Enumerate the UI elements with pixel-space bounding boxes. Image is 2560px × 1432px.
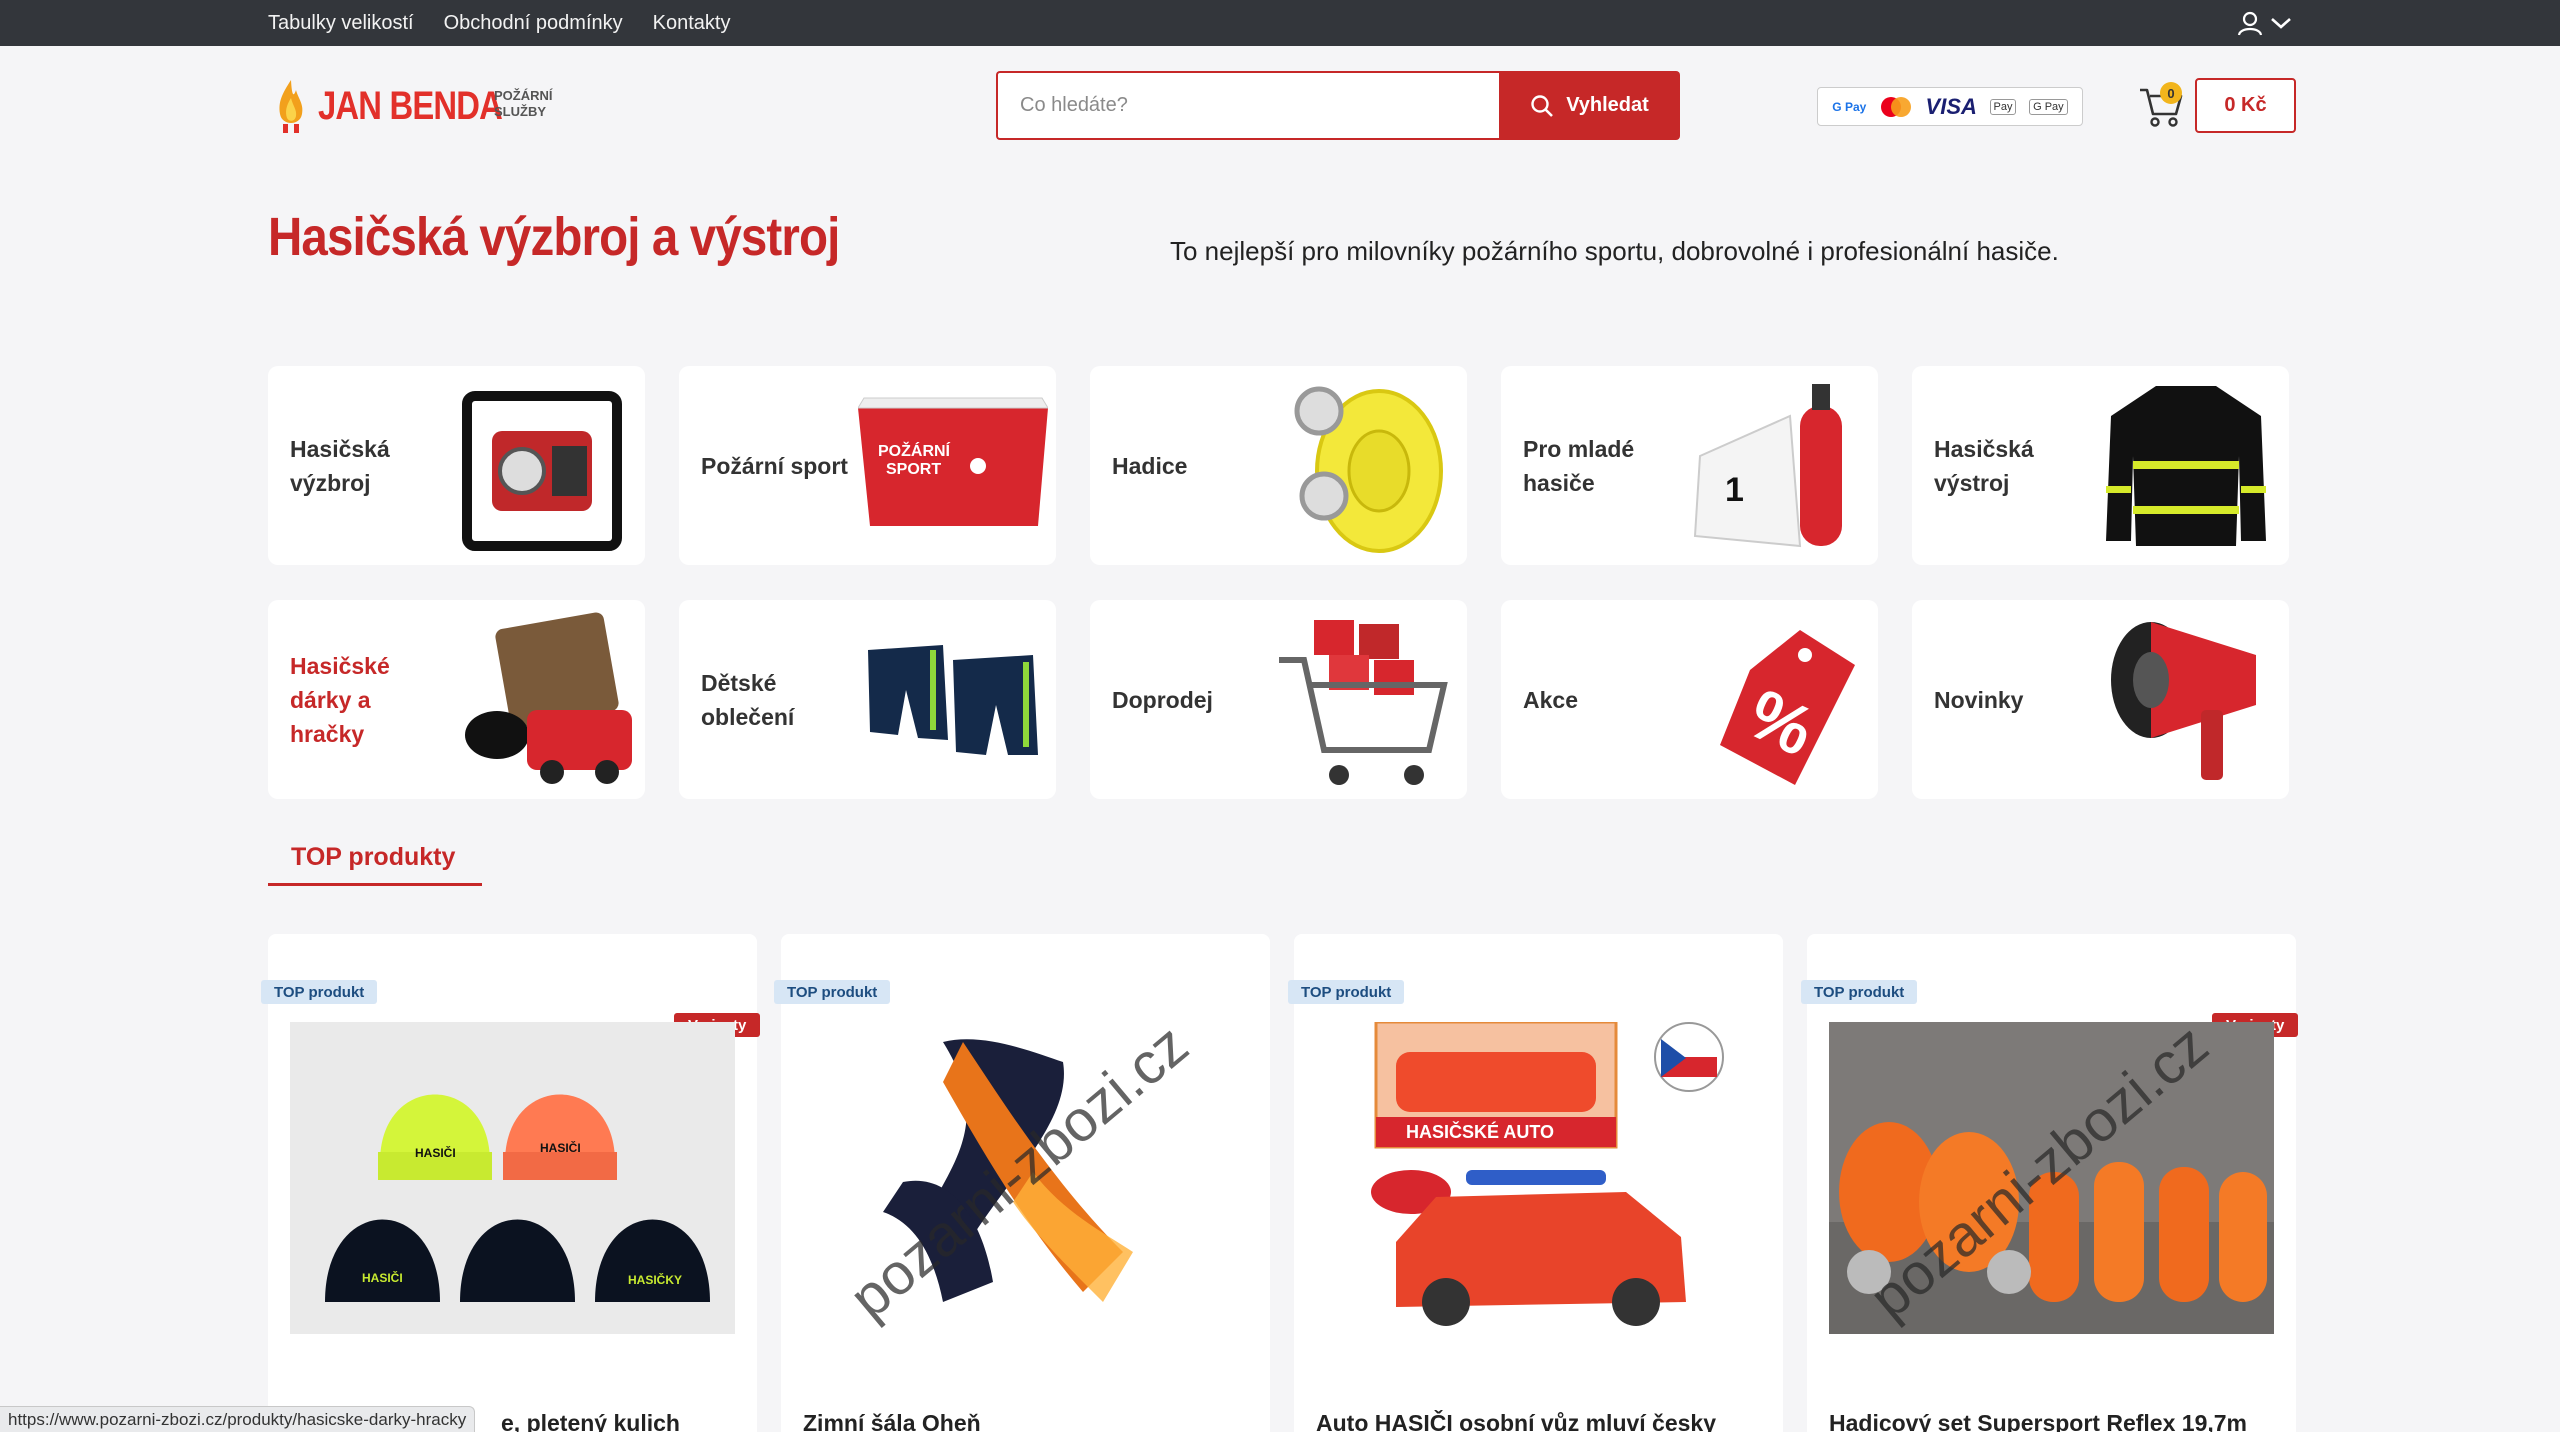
status-bar-url: https://www.pozarni-zbozi.cz/produkty/ha… xyxy=(0,1406,476,1432)
top-product-badge: TOP produkt xyxy=(261,980,378,1004)
top-product-badge: TOP produkt xyxy=(774,980,891,1004)
category-label: Akce xyxy=(1523,686,1578,713)
svg-text:1: 1 xyxy=(1725,471,1744,509)
search-button[interactable]: Vyhledat xyxy=(1499,71,1680,140)
svg-text:HASIČKY: HASIČKY xyxy=(628,1272,682,1287)
logo[interactable]: JAN BENDA POŽÁRNÍ SLUŽBY xyxy=(274,76,553,136)
gpay-logo: G Pay xyxy=(1832,99,1867,114)
scarf-image[interactable] xyxy=(803,1022,1248,1334)
shopping-cart-icon xyxy=(1279,620,1448,785)
category-label: Hasičská výstroj xyxy=(1934,435,2034,496)
link-terms[interactable]: Obchodní podmínky xyxy=(444,12,623,35)
cart-total-button[interactable]: 0 Kč xyxy=(2195,78,2296,133)
category-label: Požární sport xyxy=(701,452,848,479)
product-name[interactable]: e, pletený kulich xyxy=(501,1410,680,1432)
water-tank-icon: POŽÁRNÍ SPORT xyxy=(858,397,1048,526)
visa-logo: VISA xyxy=(1925,93,1977,119)
logo-subtitle: POŽÁRNÍ SLUŽBY xyxy=(494,88,553,120)
search-bar: Vyhledat xyxy=(996,71,1680,140)
svg-text:POŽÁRNÍ: POŽÁRNÍ xyxy=(878,441,951,460)
category-label: Doprodej xyxy=(1112,686,1213,713)
category-pro-mlade-hasice[interactable]: Pro mladé hasiče 1 xyxy=(1501,366,1878,565)
user-icon xyxy=(2237,11,2263,36)
link-size-tables[interactable]: Tabulky velikostí xyxy=(268,12,414,35)
category-label: Hadice xyxy=(1112,452,1188,479)
percent-tag-icon: % xyxy=(1720,630,1855,785)
flame-mascot-icon xyxy=(279,80,303,133)
category-pozarni-sport[interactable]: Požární sport POŽÁRNÍ SPORT xyxy=(679,366,1056,565)
apple-pay-logo: Pay xyxy=(1989,98,2017,115)
page-title: Hasičská výzbroj a výstroj xyxy=(268,207,840,267)
link-contacts[interactable]: Kontakty xyxy=(653,12,731,35)
beanies-image[interactable]: HASIČI HASIČI HASIČI HASIČKY xyxy=(290,1022,735,1334)
kids-shorts-icon xyxy=(868,645,1038,755)
toy-car-image[interactable]: HASIČSKÉ AUTO xyxy=(1316,1022,1761,1334)
category-detske-obleceni[interactable]: Dětské oblečení xyxy=(679,600,1056,799)
product-name[interactable]: Zimní šála Oheň xyxy=(803,1410,981,1432)
payment-methods: G Pay VISA Pay G Pay xyxy=(1817,87,2083,126)
category-doprodej[interactable]: Doprodej xyxy=(1090,600,1467,799)
svg-text:SPORT: SPORT xyxy=(886,461,941,478)
svg-text:HASIČI: HASIČI xyxy=(415,1145,456,1160)
cart-count-badge: 0 xyxy=(2160,82,2182,104)
svg-text:HASIČSKÉ AUTO: HASIČSKÉ AUTO xyxy=(1406,1121,1554,1142)
fire-pump-icon xyxy=(462,391,622,551)
product-name[interactable]: Auto HASIČI osobní vůz mluví česky xyxy=(1316,1410,1716,1432)
logo-sub-line-2: SLUŽBY xyxy=(494,104,546,119)
hero-subtitle: To nejlepší pro milovníky požárního spor… xyxy=(1170,236,2059,266)
category-hasicske-darky[interactable]: Hasičské dárky a hračky xyxy=(268,600,645,799)
user-menu[interactable] xyxy=(2236,8,2300,38)
section-title-underline xyxy=(268,883,482,886)
category-label: Hasičské dárky a hračky xyxy=(290,652,390,747)
category-hasicska-vystroj[interactable]: Hasičská výstroj xyxy=(1912,366,2289,565)
category-label: Pro mladé hasiče xyxy=(1523,435,1635,496)
top-product-badge: TOP produkt xyxy=(1801,980,1918,1004)
google-pay-logo: G Pay xyxy=(2029,98,2068,115)
svg-text:HASIČI: HASIČI xyxy=(362,1270,403,1285)
fire-hose-icon xyxy=(1294,386,1443,553)
search-input[interactable] xyxy=(996,71,1499,140)
search-button-label: Vyhledat xyxy=(1566,94,1649,116)
firefighter-jacket-icon xyxy=(2106,386,2266,546)
category-hasicska-vyzbroj[interactable]: Hasičská výzbroj xyxy=(268,366,645,565)
search-icon xyxy=(1531,94,1554,117)
top-links: Tabulky velikostí Obchodní podmínky Kont… xyxy=(268,0,730,46)
product-name[interactable]: Hadicový set Supersport Reflex 19,7m xyxy=(1829,1410,2247,1432)
category-hadice[interactable]: Hadice xyxy=(1090,366,1467,565)
logo-sub-line-1: POŽÁRNÍ xyxy=(494,88,553,103)
megaphone-icon xyxy=(2111,622,2256,780)
logo-name: JAN BENDA xyxy=(318,83,503,128)
chevron-down-icon xyxy=(2271,18,2291,29)
svg-text:HASIČI: HASIČI xyxy=(540,1140,581,1155)
top-product-badge: TOP produkt xyxy=(1288,980,1405,1004)
toy-fire-truck-icon xyxy=(465,612,632,784)
category-label: Hasičská výzbroj xyxy=(290,435,390,496)
extinguisher-icon: 1 xyxy=(1693,384,1842,548)
category-label: Novinky xyxy=(1934,686,2024,713)
top-bar: Tabulky velikostí Obchodní podmínky Kont… xyxy=(0,0,2560,46)
category-akce[interactable]: Akce % xyxy=(1501,600,1878,799)
category-label: Dětské oblečení xyxy=(701,669,795,730)
hose-set-image[interactable] xyxy=(1829,1022,2274,1334)
category-novinky[interactable]: Novinky xyxy=(1912,600,2289,799)
mastercard-icon xyxy=(1880,96,1911,117)
section-title-top-products: TOP produkty xyxy=(291,843,456,871)
